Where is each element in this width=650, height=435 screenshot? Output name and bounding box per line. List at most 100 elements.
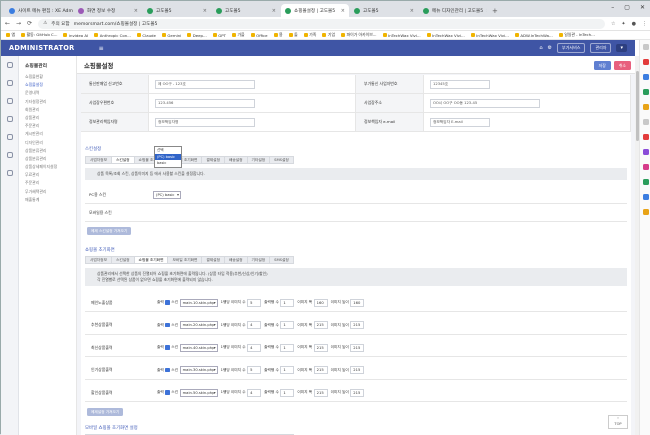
dashboard-icon[interactable] xyxy=(6,62,13,68)
info-input[interactable]: 정보책임자 E-mail xyxy=(430,117,490,127)
bookmark-item[interactable]: InTechWax Vivi... xyxy=(470,33,509,38)
field-input[interactable]: 1 xyxy=(280,298,295,307)
checkbox-checked-icon[interactable] xyxy=(165,322,170,328)
field-input[interactable]: 215 xyxy=(350,343,365,352)
url-input[interactable]: ⚠ 주의 요함 memorsmart.com/쇼핑몰설정 | 고도몰5 xyxy=(38,18,605,29)
bookmark-item[interactable]: 기업 xyxy=(322,32,335,38)
bookmark-item[interactable]: InTechWax Vivi... xyxy=(426,33,465,38)
checkbox-checked-icon[interactable] xyxy=(165,300,170,305)
tab-skin-section[interactable]: 배송설정 xyxy=(223,156,248,164)
sidebar-item[interactable]: 상품분류관리 xyxy=(25,147,72,155)
extension-icon[interactable] xyxy=(642,179,649,185)
tab-skin-section[interactable]: 스킨설정 xyxy=(110,156,135,164)
tab-close-icon[interactable]: × xyxy=(486,8,487,14)
info-input[interactable]: 제 OO구 - 123호 xyxy=(155,79,255,89)
tab-home-section[interactable]: 결제설정 xyxy=(201,256,225,264)
star-icon[interactable]: ☆ xyxy=(611,21,615,27)
extension-icon[interactable] xyxy=(642,194,649,200)
field-input[interactable]: 5 xyxy=(247,366,262,374)
bookmark-item[interactable]: 용 xyxy=(273,32,283,38)
sidebar-item[interactable]: 상품상세페이지설정 xyxy=(25,163,72,171)
info-input[interactable]: OO시 OO구 OO동 123-45 xyxy=(430,98,540,108)
browser-tab[interactable]: 화면 정보 수정 × xyxy=(74,4,142,17)
extension-icon[interactable] xyxy=(642,89,649,95)
field-input[interactable]: 215 xyxy=(313,366,328,374)
bookmark-item[interactable]: ADW.InTechWa... xyxy=(514,33,553,38)
browser-tab[interactable]: 사이트 메뉴 편집 : XE Admin× xyxy=(5,4,73,17)
tab-home-section[interactable]: 기타설정 xyxy=(246,256,271,264)
field-input[interactable]: 4 xyxy=(247,343,262,352)
shop-link-button[interactable]: 부가서비스 xyxy=(557,43,586,53)
tab-skin-section[interactable]: 결제설정 xyxy=(201,156,225,164)
field-input[interactable]: 215 xyxy=(350,321,365,329)
forward-icon[interactable]: → xyxy=(16,20,21,27)
admin-user-button[interactable]: 관리자 xyxy=(590,43,612,53)
new-tab-icon[interactable]: + xyxy=(488,4,502,17)
field-input[interactable]: 1 xyxy=(280,366,295,374)
sidebar-item[interactable]: 주문관리 xyxy=(25,179,72,187)
tab-close-icon[interactable]: × xyxy=(341,8,345,14)
field-input[interactable]: 215 xyxy=(313,321,328,329)
field-input[interactable]: 1 xyxy=(280,343,295,352)
extension-icon[interactable] xyxy=(642,44,649,50)
browser-tab[interactable]: 메뉴 디자인관리 | 고도몰5× xyxy=(419,4,487,17)
chevron-down-icon[interactable]: ▾ xyxy=(616,44,627,52)
bookmark-item[interactable]: Anthropic Con... xyxy=(94,33,131,38)
extension-icon[interactable] xyxy=(642,164,649,170)
stats-icon[interactable] xyxy=(6,170,13,176)
tab-home-section[interactable]: 사업자정보 xyxy=(85,256,112,264)
bookmark-item[interactable]: invideo AI xyxy=(63,33,88,38)
sidebar-item[interactable]: 상품분류관리 xyxy=(25,155,72,163)
dropdown-option[interactable]: basic xyxy=(155,160,181,167)
save-button[interactable]: 저장 xyxy=(593,61,611,70)
tab-home-section[interactable]: 모바일 초기화면 xyxy=(167,256,203,264)
checkbox-checked-icon[interactable] xyxy=(165,390,170,395)
browser-tab[interactable]: 고도몰5 × xyxy=(143,4,211,17)
skin-select[interactable]: main.20.skin.php xyxy=(179,321,218,329)
user-icon[interactable] xyxy=(6,98,13,104)
checkbox-checked-icon[interactable] xyxy=(165,367,170,373)
warning-icon[interactable]: ⚠ xyxy=(43,21,47,26)
tab-close-icon[interactable]: × xyxy=(203,8,207,14)
field-input[interactable]: 1 xyxy=(280,321,295,329)
field-input[interactable]: 4 xyxy=(247,321,262,329)
bookmark-item[interactable]: 가을 xyxy=(231,32,245,38)
reload-icon[interactable]: ⟳ xyxy=(27,20,32,27)
scroll-top-button[interactable]: ⌃ TOP xyxy=(608,415,628,429)
field-input[interactable]: 215 xyxy=(313,388,328,397)
skin-select[interactable]: main.40.skin.php xyxy=(179,343,218,352)
bookmark-item[interactable]: 가족 xyxy=(303,32,316,38)
sidebar-item[interactable]: 기타설정관리 xyxy=(25,98,72,106)
browser-tab[interactable]: 고도몰5 × xyxy=(350,4,418,17)
sidebar-item[interactable]: 무가혜택관리 xyxy=(25,188,72,196)
tab-close-icon[interactable]: × xyxy=(410,8,414,14)
info-input[interactable]: 12345호 xyxy=(430,79,490,89)
extensions-icon[interactable]: ✦ xyxy=(621,21,625,27)
field-input[interactable]: 215 xyxy=(313,343,328,352)
sidebar-item[interactable]: 디자인관리 xyxy=(25,139,72,147)
sidebar-item[interactable]: 무료관리 xyxy=(25,171,72,179)
bookmark-item[interactable]: Gemini xyxy=(161,33,181,38)
sidebar-item[interactable]: 운영내역 xyxy=(25,89,72,97)
menu-icon[interactable]: ⋮ xyxy=(642,21,647,27)
info-input[interactable]: 123-456 xyxy=(155,98,255,108)
home-icon[interactable]: ⌂ xyxy=(539,45,542,51)
home-apply-button[interactable]: 예제설정 가져오기 xyxy=(87,408,124,416)
maximize-icon[interactable]: ▢ xyxy=(624,4,630,11)
extension-icon[interactable] xyxy=(642,134,649,140)
sidebar-item[interactable]: 게시판관리 xyxy=(25,130,72,138)
checkbox-checked-icon[interactable] xyxy=(165,345,170,350)
bookmark-item[interactable]: 활동: GitHub C... xyxy=(21,32,57,38)
back-icon[interactable]: ← xyxy=(5,20,10,27)
extension-icon[interactable] xyxy=(642,74,649,80)
bookmark-item[interactable]: 파이가 아카이브... xyxy=(341,32,377,38)
extension-icon[interactable] xyxy=(642,209,649,215)
board-icon[interactable] xyxy=(6,134,13,140)
settings-icon[interactable] xyxy=(6,80,13,86)
field-input[interactable]: 215 xyxy=(350,388,365,397)
bookmark-item[interactable]: Deep... xyxy=(187,33,207,38)
bookmark-item[interactable]: Claude xyxy=(136,33,156,38)
sidebar-item[interactable]: 상품관리 xyxy=(25,114,72,122)
bookmark-item[interactable]: 돌 xyxy=(288,32,298,38)
tab-home-section[interactable]: 스킨설정 xyxy=(110,256,135,264)
